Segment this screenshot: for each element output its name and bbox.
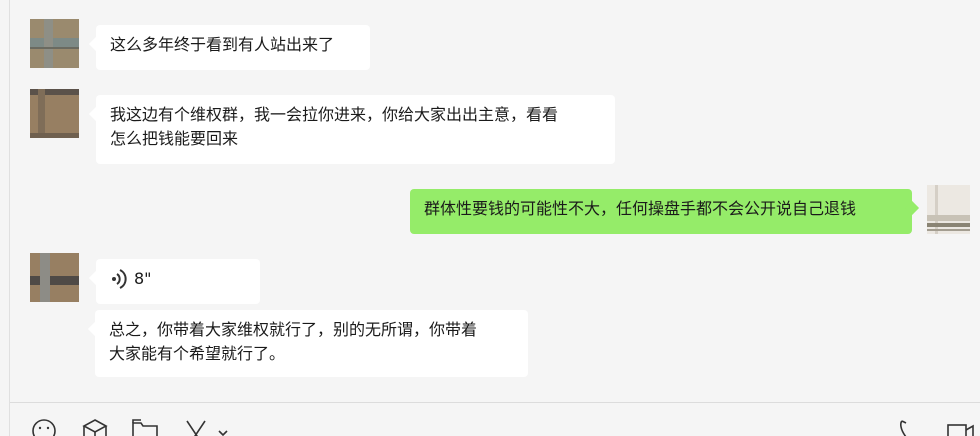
message-text-line: 怎么把钱能要回来 bbox=[110, 129, 239, 148]
panel-border bbox=[0, 0, 10, 436]
video-icon[interactable] bbox=[946, 417, 974, 436]
message-bubble[interactable]: 这么多年终于看到有人站出来了 bbox=[96, 25, 370, 70]
voice-duration: 8" bbox=[134, 269, 152, 288]
folder-icon[interactable] bbox=[131, 417, 159, 436]
message-text-line: 我这边有个维权群，我一会拉你进来，你给大家出出主意，看看 bbox=[110, 105, 559, 124]
phone-icon[interactable] bbox=[892, 417, 920, 436]
voice-message[interactable]: 8" bbox=[96, 259, 260, 304]
message-text: 这么多年终于看到有人站出来了 bbox=[110, 35, 335, 54]
avatar-self[interactable] bbox=[927, 185, 970, 234]
avatar[interactable] bbox=[30, 89, 79, 138]
chat-window: 这么多年终于看到有人站出来了 我这边有个维权群，我一会拉你进来，你给大家出出主意… bbox=[0, 0, 980, 436]
message-text-line: 总之，你带着大家维权就行了，别的无所谓，你带着 bbox=[109, 320, 478, 339]
avatar[interactable] bbox=[30, 19, 79, 68]
message-text: 群体性要钱的可能性不大，任何操盘手都不会公开说自己退钱 bbox=[424, 199, 857, 218]
message-bubble[interactable]: 我这边有个维权群，我一会拉你进来，你给大家出出主意，看看 怎么把钱能要回来 bbox=[96, 95, 615, 164]
voice-icon bbox=[110, 267, 128, 291]
box-icon[interactable] bbox=[81, 417, 109, 436]
message-bubble[interactable]: 总之，你带着大家维权就行了，别的无所谓，你带着 大家能有个希望就行了。 bbox=[95, 310, 528, 377]
chevron-down-icon[interactable] bbox=[214, 417, 232, 436]
scissors-icon[interactable] bbox=[182, 417, 210, 436]
avatar[interactable] bbox=[30, 253, 79, 302]
message-bubble-self[interactable]: 群体性要钱的可能性不大，任何操盘手都不会公开说自己退钱 bbox=[410, 189, 912, 234]
message-list[interactable]: 这么多年终于看到有人站出来了 我这边有个维权群，我一会拉你进来，你给大家出出主意… bbox=[10, 0, 980, 402]
emoji-icon[interactable] bbox=[30, 417, 58, 436]
input-toolbar bbox=[10, 403, 980, 436]
message-text-line: 大家能有个希望就行了。 bbox=[109, 344, 286, 363]
